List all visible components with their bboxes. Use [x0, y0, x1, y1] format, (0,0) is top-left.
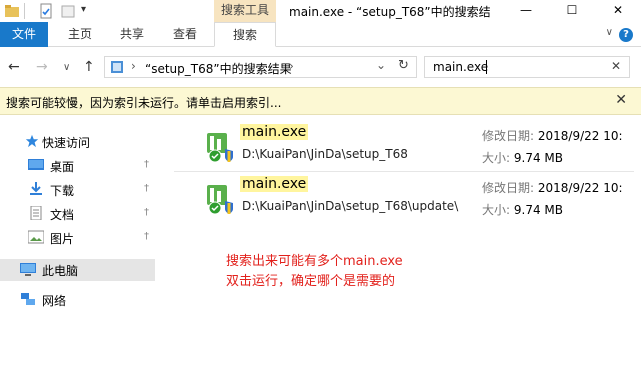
navigation-bar: ← → ∨ ↑ › “setup_T68”中的搜索结果 › ⌄ ↻ main.e… [0, 48, 641, 86]
document-icon [30, 206, 42, 220]
tab-view[interactable]: 查看 [159, 22, 211, 47]
sidebar-item-label: 图片 [50, 232, 75, 246]
minimize-button[interactable]: — [503, 0, 549, 22]
pin-icon[interactable]: † [144, 183, 149, 194]
pin-icon[interactable]: † [144, 159, 149, 170]
help-icon[interactable]: ? [619, 28, 633, 42]
forward-button[interactable]: → [36, 59, 48, 75]
sidebar-item-documents[interactable]: 文档 † [0, 203, 155, 225]
sidebar-item-pictures[interactable]: 图片 † [0, 227, 155, 249]
network-icon [21, 293, 35, 305]
properties-icon[interactable] [38, 3, 54, 19]
file-size: 大小: 9.74 MB [482, 149, 563, 166]
sidebar-item-network[interactable]: 网络 [0, 289, 155, 311]
address-bar[interactable]: › “setup_T68”中的搜索结果 › ⌄ ↻ [104, 56, 417, 78]
search-value[interactable]: main.exe [433, 60, 488, 74]
breadcrumb-chevron-icon[interactable]: › [289, 59, 294, 73]
annotation-line-2: 双击运行，确定哪个是需要的 [226, 274, 396, 289]
desktop-icon [28, 159, 44, 170]
sidebar-item-label: 此电脑 [42, 264, 79, 278]
breadcrumb-separator[interactable]: › [131, 59, 136, 73]
size-label: 大小: [482, 151, 511, 165]
sidebar-item-downloads[interactable]: 下载 † [0, 179, 155, 201]
file-name[interactable]: main.exe [240, 124, 309, 140]
size-value: 9.74 MB [513, 151, 563, 165]
sidebar-item-label: 文档 [50, 208, 75, 222]
qa-divider [24, 3, 25, 19]
window-title: main.exe - “setup_T68”中的搜索结 [289, 5, 491, 19]
sidebar-item-this-pc[interactable]: 此电脑 [0, 259, 155, 281]
expand-ribbon-icon[interactable]: ∨ [606, 27, 613, 38]
file-path: D:\KuaiPan\JinDa\setup_T68 [242, 147, 408, 161]
modified-label: 修改日期: [482, 129, 535, 143]
search-tools-tab[interactable]: 搜索工具 [214, 0, 276, 22]
title-bar: ▾ 搜索工具 main.exe - “setup_T68”中的搜索结 — ☐ ✕ [0, 0, 641, 22]
clear-search-icon[interactable]: ✕ [611, 59, 621, 73]
file-name[interactable]: main.exe [240, 176, 309, 192]
recent-locations-icon[interactable]: ∨ [63, 62, 70, 73]
modified-label: 修改日期: [482, 181, 535, 195]
tab-home[interactable]: 主页 [55, 22, 105, 47]
sidebar-item-desktop[interactable]: 桌面 † [0, 155, 155, 177]
size-label: 大小: [482, 203, 511, 217]
sidebar-item-quick-access[interactable]: 快速访问 [0, 131, 155, 153]
sidebar-item-label: 快速访问 [42, 136, 91, 150]
breadcrumb[interactable]: “setup_T68”中的搜索结果 [145, 60, 292, 77]
text-cursor [486, 60, 487, 74]
close-button[interactable]: ✕ [595, 0, 641, 22]
tab-search[interactable]: 搜索 [214, 22, 276, 47]
tab-file[interactable]: 文件 [0, 22, 48, 47]
ribbon: 文件 主页 共享 查看 搜索 ∨ ? [0, 22, 641, 47]
modified-date: 修改日期: 2018/9/22 10: [482, 179, 623, 196]
dropdown-icon[interactable]: ⌄ [376, 58, 386, 72]
star-icon [25, 134, 39, 148]
sidebar-item-label: 桌面 [50, 160, 75, 174]
list-item[interactable]: main.exe D:\KuaiPan\JinDa\setup_T68 修改日期… [174, 123, 634, 171]
indexing-info-bar[interactable]: 搜索可能较慢，因为索引未运行。请单击启用索引... ✕ [0, 87, 641, 115]
modified-value: 2018/9/22 10: [537, 129, 623, 143]
navigation-pane: 快速访问 桌面 † 下载 † 文档 † 图片 † 此电脑 网络 [0, 115, 155, 370]
application-icon [207, 185, 233, 215]
modified-date: 修改日期: 2018/9/22 10: [482, 127, 623, 144]
size-value: 9.74 MB [513, 203, 563, 217]
info-message[interactable]: 搜索可能较慢，因为索引未运行。请单击启用索引... [6, 94, 281, 111]
refresh-icon[interactable]: ↻ [398, 58, 409, 73]
sidebar-item-label: 网络 [42, 294, 67, 308]
qa-dropdown-icon[interactable]: ▾ [81, 4, 86, 15]
annotation-line-1: 搜索出来可能有多个main.exe [226, 254, 403, 269]
modified-value: 2018/9/22 10: [537, 181, 623, 195]
close-info-icon[interactable]: ✕ [615, 92, 627, 108]
application-icon [207, 133, 233, 163]
computer-icon [20, 263, 36, 276]
file-path: D:\KuaiPan\JinDa\setup_T68\update\ [242, 199, 459, 213]
folder-icon[interactable] [4, 3, 20, 19]
download-icon [30, 182, 42, 195]
search-results-icon [111, 61, 123, 73]
new-folder-icon[interactable] [60, 3, 76, 19]
pin-icon[interactable]: † [144, 231, 149, 242]
file-size: 大小: 9.74 MB [482, 201, 563, 218]
maximize-button[interactable]: ☐ [549, 0, 595, 22]
back-button[interactable]: ← [8, 59, 20, 75]
row-divider [174, 171, 634, 172]
pictures-icon [28, 230, 44, 244]
search-input[interactable]: main.exe ✕ [424, 56, 630, 78]
pin-icon[interactable]: † [144, 207, 149, 218]
list-item[interactable]: main.exe D:\KuaiPan\JinDa\setup_T68\upda… [174, 175, 634, 223]
up-button[interactable]: ↑ [83, 59, 95, 75]
sidebar-item-label: 下载 [50, 184, 75, 198]
tab-share[interactable]: 共享 [107, 22, 157, 47]
